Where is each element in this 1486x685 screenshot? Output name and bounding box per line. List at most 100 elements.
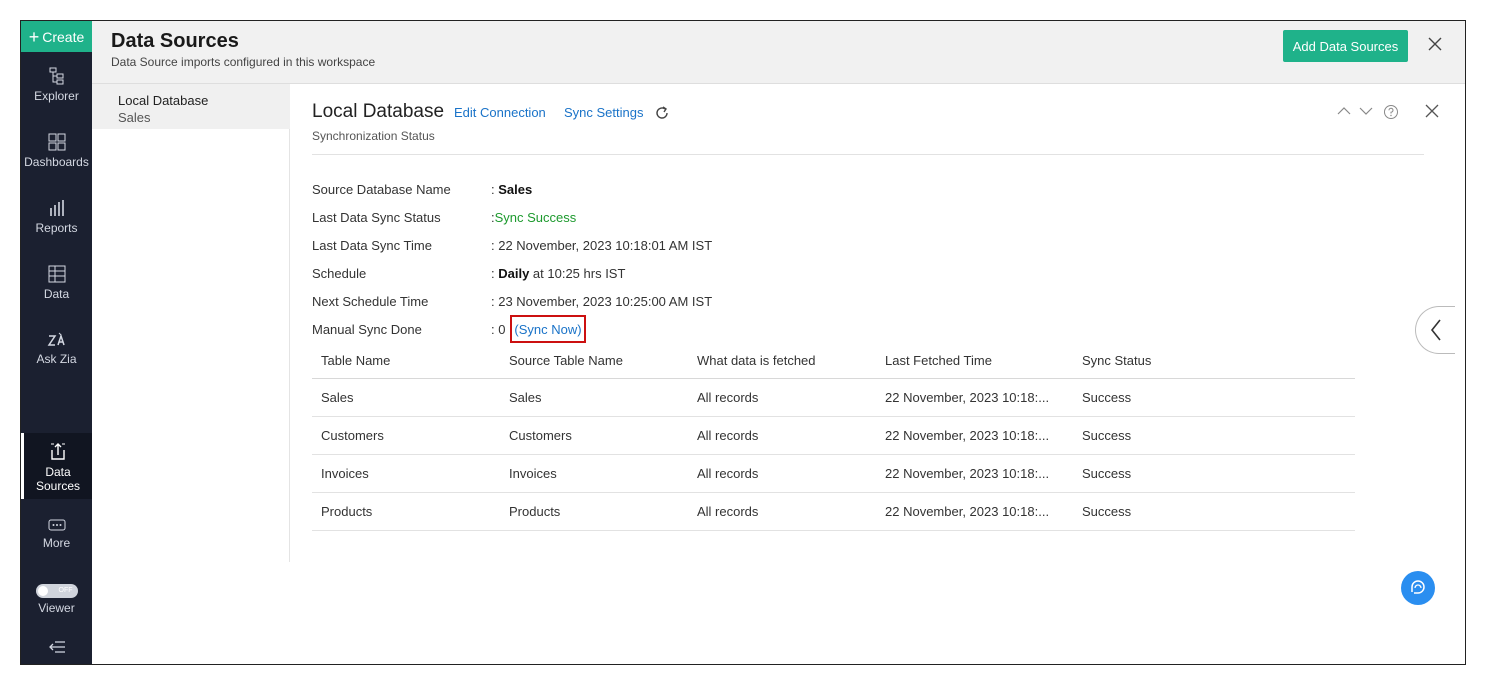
next-schedule-value: : 23 November, 2023 10:25:00 AM IST: [491, 294, 713, 309]
table-cell: Success: [1082, 466, 1132, 481]
source-sub: Sales: [118, 110, 151, 125]
help-icon: [1384, 105, 1398, 119]
toggle-off-label: OFF: [58, 587, 73, 594]
nav-item-data-sources[interactable]: Data Sources: [21, 433, 92, 499]
source-list: Local Database Sales: [92, 84, 290, 562]
table-row[interactable]: Customers Customers All records 22 Novem…: [312, 417, 1355, 455]
chat-support-button[interactable]: [1401, 571, 1435, 605]
schedule-value: : Daily at 10:25 hrs IST: [491, 266, 626, 281]
table-cell: Success: [1082, 428, 1132, 443]
nav-item-reports[interactable]: Reports: [21, 199, 92, 235]
table-cell: Invoices: [509, 466, 557, 481]
table-cell: 22 November, 2023 10:18:...: [885, 428, 1050, 443]
column-header[interactable]: Source Table Name: [509, 342, 623, 378]
next-button[interactable]: [1359, 104, 1373, 123]
nav-label: More: [42, 536, 71, 550]
page-subtitle: Data Source imports configured in this w…: [111, 55, 376, 69]
refresh-button[interactable]: [654, 105, 670, 126]
nav-item-more[interactable]: More: [21, 518, 92, 550]
data-sources-icon: [51, 443, 65, 460]
nav-item-ask-zia[interactable]: Ask Zia: [21, 332, 92, 366]
table-cell: Products: [509, 504, 561, 519]
chevron-left-icon: [1430, 319, 1441, 341]
page-title: Data Sources: [111, 30, 239, 52]
page-header: Data Sources Data Source imports configu…: [92, 21, 1465, 84]
detail-panel: Local Database Edit Connection Sync Sett…: [311, 84, 1465, 664]
sync-now-link[interactable]: (Sync Now): [510, 315, 586, 343]
chevron-up-icon: [1337, 107, 1351, 115]
nav-item-explorer[interactable]: Explorer: [21, 67, 92, 103]
more-icon: [48, 519, 65, 531]
table-cell: 22 November, 2023 10:18:...: [885, 504, 1050, 519]
collapse-nav-button[interactable]: [21, 640, 92, 658]
schedule-label: Schedule: [312, 266, 367, 281]
sync-status-text: Sync Success: [494, 210, 577, 225]
table-cell: Sales: [321, 390, 354, 405]
schedule-time: at 10:25 hrs IST: [529, 266, 626, 281]
table-cell: Customers: [509, 428, 572, 443]
table-cell: Products: [321, 504, 373, 519]
side-panel-toggle[interactable]: [1415, 306, 1455, 354]
detail-title: Local Database: [312, 101, 445, 122]
chevron-down-icon: [1359, 107, 1373, 115]
detail-subtitle: Synchronization Status: [312, 129, 435, 143]
table-cell: 22 November, 2023 10:18:...: [885, 466, 1050, 481]
sync-settings-link[interactable]: Sync Settings: [564, 105, 644, 120]
dashboards-grid-icon: [48, 133, 65, 151]
next-schedule-label: Next Schedule Time: [312, 294, 429, 309]
add-data-sources-button[interactable]: Add Data Sources: [1283, 30, 1408, 62]
nav-label: Dashboards: [24, 155, 89, 169]
table-row[interactable]: Sales Sales All records 22 November, 202…: [312, 379, 1355, 417]
nav-label: Ask Zia: [36, 352, 77, 366]
previous-button[interactable]: [1337, 104, 1351, 123]
source-db-name-value: : Sales: [491, 182, 533, 197]
sync-time-value: : 22 November, 2023 10:18:01 AM IST: [491, 238, 713, 253]
help-button[interactable]: [1383, 104, 1399, 125]
toggle-knob: [37, 586, 48, 596]
column-header[interactable]: What data is fetched: [697, 342, 816, 378]
nav-item-viewer[interactable]: OFF Viewer: [21, 584, 92, 615]
nav-label: Data Sources: [35, 465, 81, 493]
table-cell: Success: [1082, 504, 1132, 519]
table-cell: All records: [697, 466, 759, 481]
column-header[interactable]: Table Name: [321, 342, 390, 378]
source-db-name-label: Source Database Name: [312, 182, 451, 197]
plus-icon: +: [28, 26, 40, 47]
chat-icon: [1411, 580, 1425, 594]
table-cell: All records: [697, 390, 759, 405]
explorer-tree-icon: [49, 67, 63, 85]
nav-label: Explorer: [34, 89, 79, 103]
nav-item-dashboards[interactable]: Dashboards: [21, 133, 92, 169]
close-detail-button[interactable]: [1424, 103, 1440, 124]
close-icon: [1425, 104, 1439, 118]
schedule-frequency: Daily: [498, 266, 530, 281]
close-icon: [1428, 37, 1442, 51]
sync-status-label: Last Data Sync Status: [312, 210, 441, 225]
column-header[interactable]: Last Fetched Time: [885, 342, 992, 378]
create-label: Create: [42, 28, 85, 45]
nav-item-data[interactable]: Data: [21, 265, 92, 301]
ask-zia-icon: [47, 332, 65, 346]
nav-label: Reports: [35, 221, 78, 235]
sync-time-label: Last Data Sync Time: [312, 238, 432, 253]
table-cell: All records: [697, 504, 759, 519]
reports-bars-icon: [49, 200, 64, 216]
manual-sync-label: Manual Sync Done: [312, 322, 422, 337]
table-cell: All records: [697, 428, 759, 443]
table-header-row: Table Name Source Table Name What data i…: [312, 342, 1355, 379]
table-cell: Success: [1082, 390, 1132, 405]
app-window: + Create Explorer Dashboards Reports Dat…: [20, 20, 1466, 665]
source-db-name-text: Sales: [498, 182, 533, 197]
detail-divider: [312, 154, 1424, 155]
refresh-icon: [656, 106, 668, 119]
table-row[interactable]: Products Products All records 22 Novembe…: [312, 493, 1355, 531]
edit-connection-link[interactable]: Edit Connection: [454, 105, 546, 120]
source-list-item[interactable]: Local Database Sales: [92, 84, 290, 129]
viewer-toggle[interactable]: OFF: [35, 584, 78, 598]
table-row[interactable]: Invoices Invoices All records 22 Novembe…: [312, 455, 1355, 493]
close-page-button[interactable]: [1427, 36, 1443, 57]
manual-sync-value: : 0: [491, 322, 506, 337]
column-header[interactable]: Sync Status: [1082, 342, 1151, 378]
create-button[interactable]: + Create: [21, 21, 92, 52]
nav-label: Viewer: [38, 601, 75, 615]
